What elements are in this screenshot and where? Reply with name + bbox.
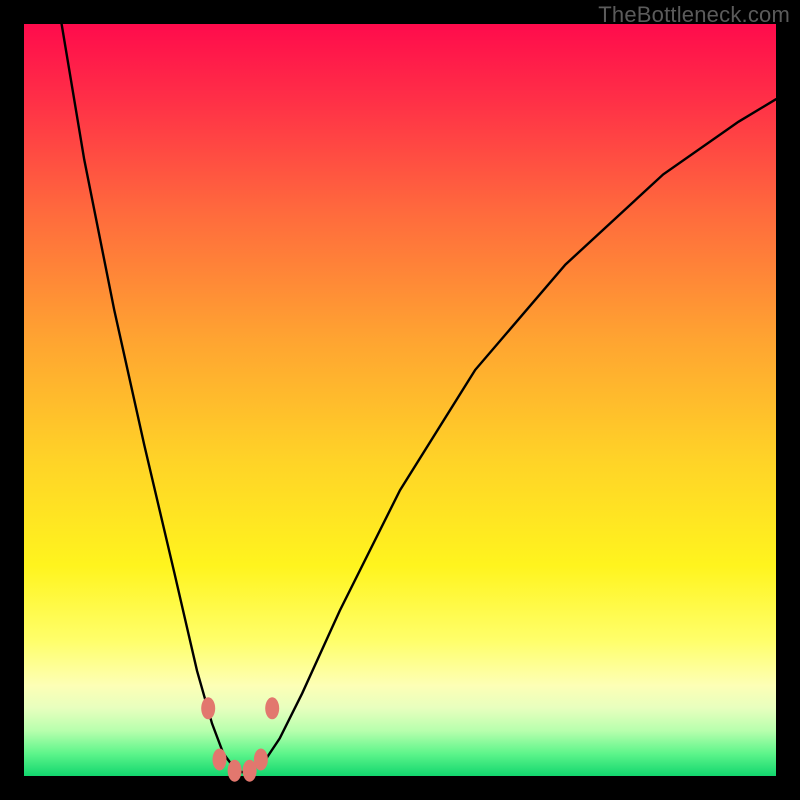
curve-marker: [201, 697, 215, 719]
curve-marker: [254, 749, 268, 771]
curve-marker: [213, 749, 227, 771]
bottleneck-curve-path: [62, 24, 776, 772]
bottleneck-curve-svg: [24, 24, 776, 776]
curve-markers: [201, 697, 279, 781]
curve-marker: [265, 697, 279, 719]
chart-plot-area: [24, 24, 776, 776]
curve-marker: [228, 760, 242, 782]
